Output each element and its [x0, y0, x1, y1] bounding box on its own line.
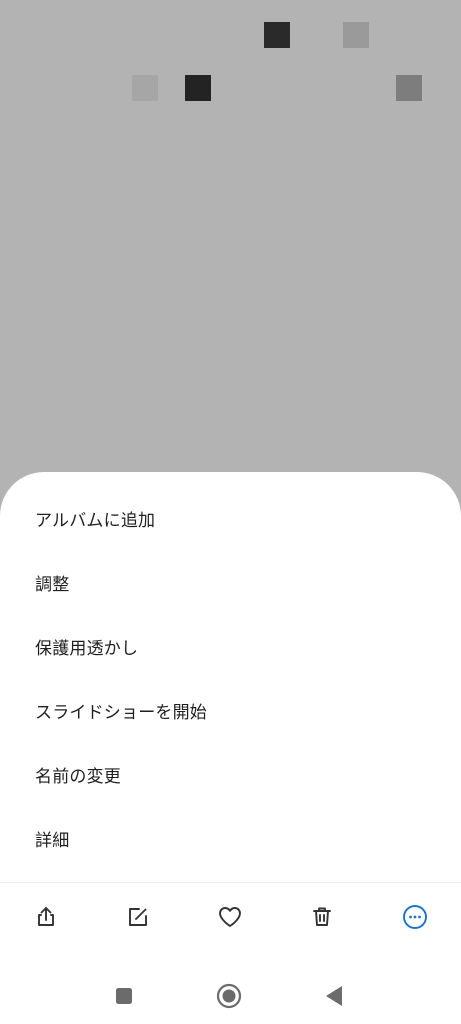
menu-item-adjust[interactable]: 調整 [0, 550, 461, 614]
more-icon [403, 905, 427, 929]
system-navigation-bar [0, 968, 461, 1024]
more-button[interactable] [392, 890, 438, 944]
pixel-light-1 [132, 75, 158, 101]
back-triangle-icon [326, 986, 342, 1006]
recents-square-icon [116, 988, 132, 1004]
divider [0, 882, 461, 883]
action-bar [0, 890, 461, 944]
trash-icon [313, 907, 331, 926]
share-button[interactable] [23, 890, 69, 944]
delete-button[interactable] [299, 890, 345, 944]
heart-icon [219, 907, 241, 927]
share-icon [38, 907, 54, 926]
photo-preview [0, 0, 461, 500]
back-button[interactable] [316, 978, 352, 1014]
pixel-mid-1 [343, 22, 369, 48]
menu-item-slideshow[interactable]: スライドショーを開始 [0, 678, 461, 742]
menu-item-watermark[interactable]: 保護用透かし [0, 614, 461, 678]
favorite-button[interactable] [207, 890, 253, 944]
pixel-mid-2 [396, 75, 422, 101]
menu-item-add-to-album[interactable]: アルバムに追加 [0, 486, 461, 550]
menu-item-label: スライドショーを開始 [35, 702, 207, 723]
menu-item-label: アルバムに追加 [35, 510, 156, 531]
recents-button[interactable] [106, 978, 142, 1014]
menu-item-label: 名前の変更 [35, 766, 121, 787]
menu-item-rename[interactable]: 名前の変更 [0, 742, 461, 806]
menu-item-details[interactable]: 詳細 [0, 806, 461, 870]
edit-button[interactable] [115, 890, 161, 944]
pixel-dark-2 [185, 75, 211, 101]
more-options-sheet: アルバムに追加 調整 保護用透かし スライドショーを開始 名前の変更 詳細 [0, 472, 461, 1024]
home-button[interactable] [211, 978, 247, 1014]
home-circle-icon [216, 983, 242, 1009]
menu-item-label: 調整 [35, 574, 70, 595]
pixel-dark-1 [264, 22, 290, 48]
edit-icon [129, 908, 147, 926]
options-menu: アルバムに追加 調整 保護用透かし スライドショーを開始 名前の変更 詳細 [0, 486, 461, 870]
menu-item-label: 詳細 [35, 830, 70, 851]
menu-item-label: 保護用透かし [35, 638, 139, 659]
